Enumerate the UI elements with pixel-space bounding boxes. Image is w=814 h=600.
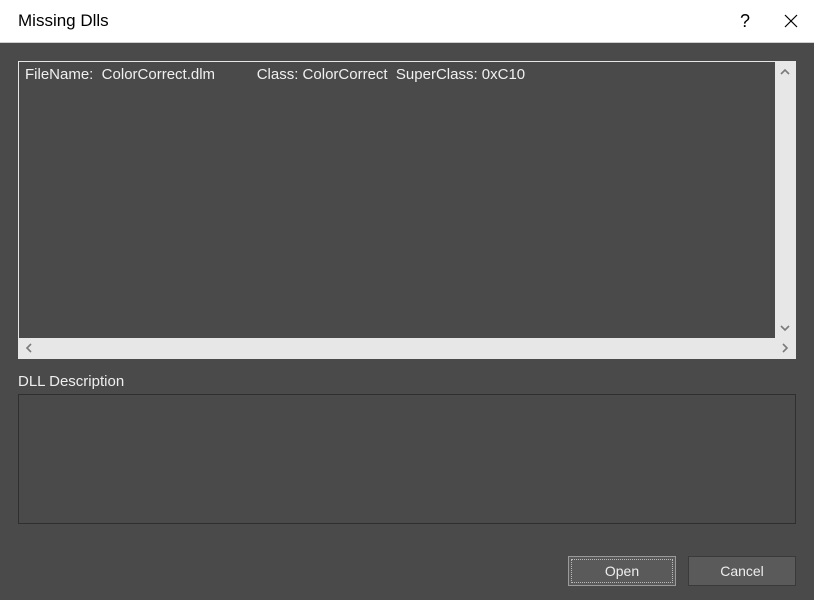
scroll-right-icon[interactable] (775, 338, 795, 358)
help-button[interactable]: ? (722, 0, 768, 42)
open-button[interactable]: Open (568, 556, 676, 586)
client-area: FileName: ColorCorrect.dlm Class: ColorC… (0, 43, 814, 600)
help-icon: ? (740, 11, 750, 32)
horizontal-scrollbar[interactable] (19, 338, 795, 358)
vertical-scrollbar[interactable] (775, 62, 795, 338)
scroll-left-icon[interactable] (19, 338, 39, 358)
button-row: Open Cancel (18, 544, 796, 586)
dll-description-box[interactable] (18, 394, 796, 524)
dialog-window: Missing Dlls ? FileName: ColorCorrect.dl… (0, 0, 814, 600)
titlebar-title: Missing Dlls (0, 11, 109, 31)
missing-dll-list[interactable]: FileName: ColorCorrect.dlm Class: ColorC… (18, 61, 796, 359)
list-body: FileName: ColorCorrect.dlm Class: ColorC… (19, 62, 795, 338)
dll-description-label: DLL Description (18, 373, 796, 390)
titlebar: Missing Dlls ? (0, 0, 814, 43)
scroll-up-icon[interactable] (775, 62, 795, 82)
scroll-down-icon[interactable] (775, 318, 795, 338)
list-row[interactable]: FileName: ColorCorrect.dlm Class: ColorC… (25, 65, 769, 85)
list-content[interactable]: FileName: ColorCorrect.dlm Class: ColorC… (19, 62, 775, 338)
close-icon (784, 14, 798, 28)
cancel-button[interactable]: Cancel (688, 556, 796, 586)
close-button[interactable] (768, 0, 814, 42)
